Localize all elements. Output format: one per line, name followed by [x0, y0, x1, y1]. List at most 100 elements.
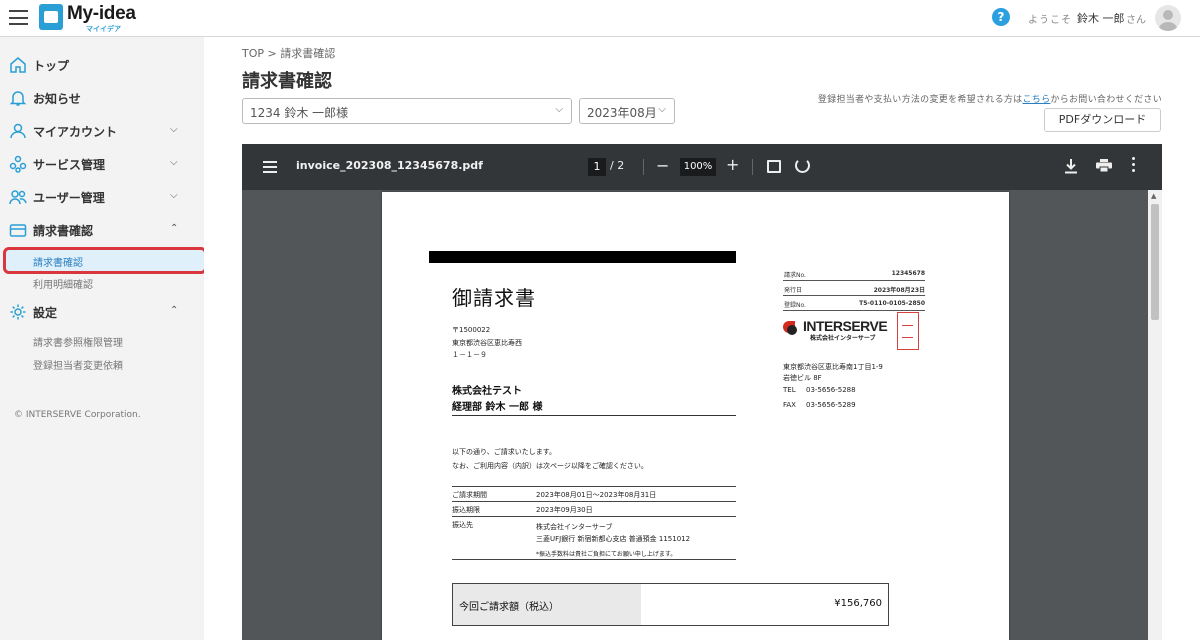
sidebar-item-label: トップ — [33, 59, 70, 73]
breadcrumb[interactable]: TOP > 請求書確認 — [242, 45, 335, 61]
amount-value: ¥156,760 — [834, 598, 882, 609]
sidebar-subitem-contact-change[interactable]: 登録担当者変更依頼 — [33, 357, 123, 372]
gear-icon — [10, 304, 26, 320]
download-icon[interactable] — [1064, 158, 1078, 174]
sidebar-item-service[interactable]: サービス管理 ⌵ — [0, 152, 204, 176]
sidebar-subitem-invoice-permission[interactable]: 請求書参照権限管理 — [33, 334, 123, 349]
bank-line-1: 株式会社インターサーブ — [536, 523, 613, 531]
issuer-address-1: 東京都渋谷区恵比寿南1丁目1-9 — [783, 363, 883, 371]
contact-link[interactable]: こちら — [1022, 95, 1050, 105]
pdf-scrollbar[interactable]: ▲ — [1148, 190, 1162, 640]
recipient-person: 経理部 鈴木 一郎 様 — [452, 398, 736, 416]
toolbar-divider — [752, 159, 753, 175]
bank-line-2: 三菱UFJ銀行 新宿新都心支店 普通預金 1151012 — [536, 535, 691, 543]
sidebar-item-users[interactable]: ユーザー管理 ⌵ — [0, 185, 204, 209]
brand-name: INTERSERVE — [803, 318, 888, 334]
meta-row: 登録No. T5-0110-0105-2850 — [783, 296, 925, 311]
fax-value: 03-5656-5289 — [806, 401, 856, 409]
app-logo[interactable]: My-idea マイイデア — [39, 3, 139, 33]
contact-notice: 登録担当者や支払い方法の変更を希望される方はこちらからお問い合わせください — [818, 92, 1162, 105]
sidebar-item-invoice[interactable]: 請求書確認 ⌃ — [0, 218, 204, 242]
card-icon — [9, 224, 27, 237]
period-label: ご請求期間 — [452, 491, 487, 499]
pdf-viewer[interactable]: invoice_202308_12345678.pdf 1 / 2 − 100%… — [242, 144, 1162, 640]
menu-icon[interactable] — [263, 161, 277, 173]
fit-page-icon[interactable] — [767, 160, 781, 173]
divider — [452, 501, 736, 502]
copyright: © INTERSERVE Corporation. — [14, 410, 141, 420]
sidebar-item-news[interactable]: お知らせ — [0, 86, 204, 110]
sidebar-item-my-account[interactable]: マイアカウント ⌵ — [0, 119, 204, 143]
pdf-download-button[interactable]: PDFダウンロード — [1044, 108, 1161, 132]
sidebar-item-top[interactable]: トップ — [0, 53, 204, 77]
chevron-up-icon: ⌃ — [170, 223, 179, 234]
scroll-thumb[interactable] — [1151, 204, 1159, 320]
due-value: 2023年09月30日 — [536, 506, 593, 514]
amount-label: 今回ご請求額（税込） — [459, 602, 559, 613]
bell-icon — [9, 91, 27, 106]
postal-code: 〒1500022 — [452, 326, 491, 334]
zoom-out-icon[interactable]: − — [656, 156, 669, 175]
due-label: 振込期限 — [452, 506, 480, 514]
page-number-input[interactable]: 1 — [588, 158, 606, 176]
meta-value: 12345678 — [891, 270, 925, 277]
pdf-page: 御請求書 〒1500022 東京都渋谷区恵比寿西 １－１－９ 株式会社テスト 経… — [382, 192, 1009, 640]
chevron-down-icon: ⌵ — [170, 190, 178, 201]
sidebar-item-settings[interactable]: 設定 ⌃ — [0, 300, 204, 324]
services-icon — [9, 155, 27, 173]
user-suffix: さん — [1126, 15, 1146, 26]
sidebar-item-label: お知らせ — [33, 92, 81, 106]
page-title: 請求書確認 — [242, 71, 332, 92]
divider — [452, 486, 736, 487]
divider — [452, 516, 736, 517]
notice-text-end: からお問い合わせください — [1050, 95, 1162, 105]
scroll-up-icon[interactable]: ▲ — [1151, 192, 1156, 200]
bank-label: 振込先 — [452, 521, 473, 529]
brand-kana: 株式会社インターサーブ — [810, 335, 876, 342]
sidebar-item-label: マイアカウント — [33, 125, 118, 139]
month-select-value: 2023年08月 — [587, 106, 657, 120]
customer-select[interactable]: 1234 鈴木 一郎様 ⌵ — [242, 98, 572, 124]
zoom-in-icon[interactable]: + — [726, 155, 739, 174]
meta-row: 請求No. 12345678 — [783, 266, 925, 281]
users-icon — [9, 190, 27, 205]
sidebar-item-label: ユーザー管理 — [33, 191, 105, 205]
user-name: 鈴木 一郎 — [1077, 12, 1125, 25]
home-icon — [10, 57, 26, 73]
user-icon — [10, 123, 26, 139]
customer-select-value: 1234 鈴木 一郎様 — [250, 106, 349, 120]
welcome-text: ようこそ — [1028, 15, 1072, 26]
amount-label-cell: 今回ご請求額（税込） — [453, 584, 641, 625]
amount-box: 今回ご請求額（税込） ¥156,760 — [452, 583, 889, 626]
issuer-address-2: 岩徳ビル 8F — [783, 374, 822, 382]
logo-text: My-idea — [67, 3, 136, 24]
sidebar: トップ お知らせ マイアカウント ⌵ サービス管理 ⌵ ユーザー管理 ⌵ 請求書… — [0, 37, 207, 640]
redaction-bar — [429, 251, 736, 263]
recipient-company: 株式会社テスト — [452, 386, 522, 397]
meta-key: 発行日 — [784, 287, 803, 294]
month-select[interactable]: 2023年08月 ⌵ — [579, 98, 675, 124]
rotate-icon[interactable] — [795, 158, 810, 173]
top-header: My-idea マイイデア ? ようこそ 鈴木 一郎 さん — [0, 0, 1200, 37]
meta-value: T5-0110-0105-2850 — [859, 300, 925, 307]
more-options-icon[interactable] — [1132, 157, 1136, 173]
main-content: TOP > 請求書確認 請求書確認 1234 鈴木 一郎様 ⌵ 2023年08月… — [204, 37, 1200, 640]
chevron-up-icon: ⌃ — [170, 305, 179, 316]
sidebar-subitem-usage-detail[interactable]: 利用明細確認 — [33, 276, 93, 291]
help-icon[interactable]: ? — [992, 8, 1010, 26]
hamburger-menu-icon[interactable] — [9, 10, 28, 25]
fax-label: FAX — [783, 401, 796, 409]
zoom-input[interactable]: 100% — [680, 158, 716, 176]
toolbar-divider — [643, 159, 644, 175]
pdf-filename: invoice_202308_12345678.pdf — [296, 159, 483, 172]
avatar[interactable] — [1155, 5, 1181, 31]
sidebar-subitem-invoice-confirm[interactable]: 請求書確認 — [3, 247, 207, 274]
logo-mark-icon — [39, 4, 63, 30]
meta-value: 2023年08月23日 — [873, 287, 925, 294]
print-icon[interactable] — [1096, 159, 1112, 172]
chevron-down-icon: ⌵ — [658, 104, 666, 115]
intro-line-1: 以下の通り、ご請求いたします。 — [452, 448, 557, 456]
divider — [452, 559, 736, 560]
period-value: 2023年08月01日～2023年08月31日 — [536, 491, 657, 499]
sidebar-item-label: 設定 — [33, 306, 58, 320]
